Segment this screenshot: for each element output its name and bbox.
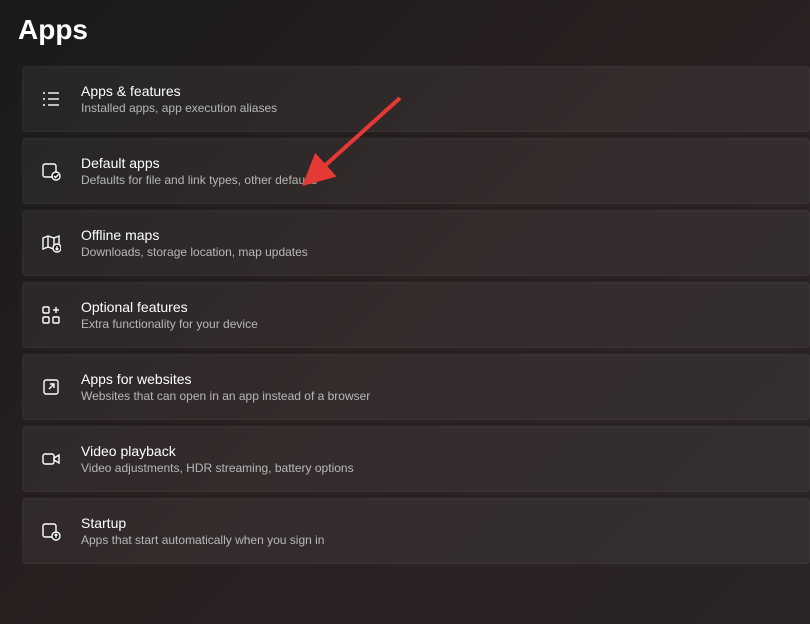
open-external-icon (39, 375, 63, 399)
item-subtitle: Extra functionality for your device (81, 317, 258, 331)
item-subtitle: Defaults for file and link types, other … (81, 173, 317, 187)
item-title: Apps for websites (81, 371, 370, 387)
page-title: Apps (0, 0, 810, 66)
item-subtitle: Websites that can open in an app instead… (81, 389, 370, 403)
item-title: Default apps (81, 155, 317, 171)
settings-item-startup[interactable]: Startup Apps that start automatically wh… (22, 498, 810, 564)
settings-item-default-apps[interactable]: Default apps Defaults for file and link … (22, 138, 810, 204)
apps-add-icon (39, 303, 63, 327)
item-title: Offline maps (81, 227, 308, 243)
item-subtitle: Installed apps, app execution aliases (81, 101, 277, 115)
default-apps-icon (39, 159, 63, 183)
item-subtitle: Video adjustments, HDR streaming, batter… (81, 461, 354, 475)
item-subtitle: Downloads, storage location, map updates (81, 245, 308, 259)
settings-item-apps-features[interactable]: Apps & features Installed apps, app exec… (22, 66, 810, 132)
video-icon (39, 447, 63, 471)
item-title: Apps & features (81, 83, 277, 99)
item-title: Startup (81, 515, 324, 531)
list-icon (39, 87, 63, 111)
settings-item-offline-maps[interactable]: Offline maps Downloads, storage location… (22, 210, 810, 276)
item-title: Video playback (81, 443, 354, 459)
item-title: Optional features (81, 299, 258, 315)
settings-item-video-playback[interactable]: Video playback Video adjustments, HDR st… (22, 426, 810, 492)
item-subtitle: Apps that start automatically when you s… (81, 533, 324, 547)
map-download-icon (39, 231, 63, 255)
settings-items-list: Apps & features Installed apps, app exec… (0, 66, 810, 564)
startup-icon (39, 519, 63, 543)
settings-item-apps-websites[interactable]: Apps for websites Websites that can open… (22, 354, 810, 420)
settings-item-optional-features[interactable]: Optional features Extra functionality fo… (22, 282, 810, 348)
